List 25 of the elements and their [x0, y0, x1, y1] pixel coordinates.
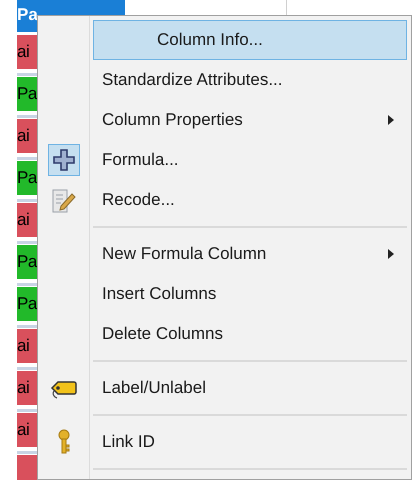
key-icon: [56, 429, 72, 455]
table-cell: ai: [17, 203, 37, 237]
menu-item[interactable]: Delete Columns: [93, 314, 407, 354]
menu-item[interactable]: New Formula Column: [93, 234, 407, 274]
menu-item[interactable]: Column Info...: [93, 20, 407, 60]
menu-item[interactable]: Recode...: [93, 180, 407, 220]
table-cell: Pa: [17, 245, 37, 279]
table-cell: ai: [17, 119, 37, 153]
plus-icon: [52, 149, 74, 171]
menu-item[interactable]: Standardize Attributes...: [93, 60, 407, 100]
table-cell: ai: [17, 371, 37, 405]
menu-item[interactable]: Insert Columns: [93, 274, 407, 314]
submenu-arrow-icon: [388, 115, 394, 125]
menu-item[interactable]: Column Properties: [93, 100, 407, 140]
menu-item[interactable]: Formula...: [93, 140, 407, 180]
table-cell: Pa: [17, 77, 37, 111]
table-cell: ai: [17, 35, 37, 69]
pencil-icon: [50, 187, 76, 213]
menu-item[interactable]: Label/Unlabel: [93, 368, 407, 408]
submenu-arrow-icon: [388, 249, 394, 259]
table-cell: Pa: [17, 161, 37, 195]
menu-item[interactable]: Link ID: [93, 422, 407, 462]
table-cell: ai: [17, 329, 37, 363]
table-cell: ai: [17, 413, 37, 447]
table-cell: Pa: [17, 287, 37, 321]
